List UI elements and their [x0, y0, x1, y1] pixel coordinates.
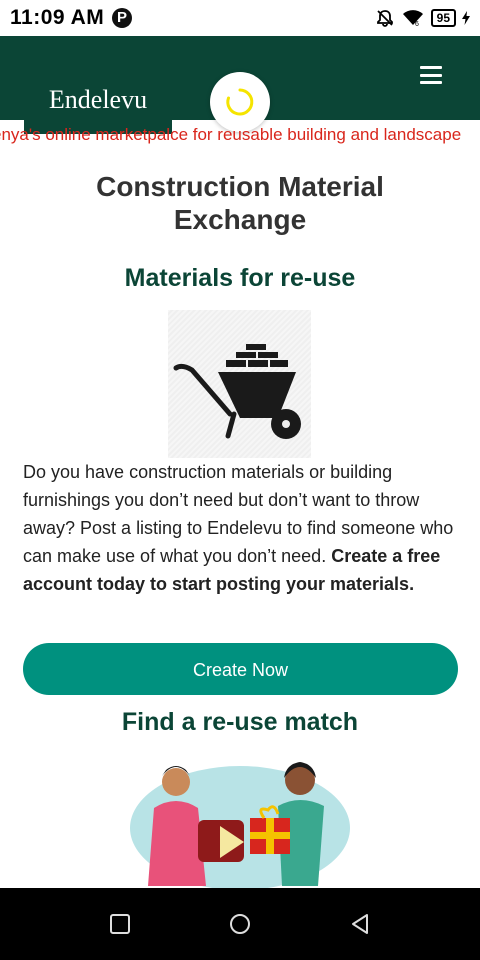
- status-bar: 11:09 AM P 6 95: [0, 0, 480, 36]
- svg-text:6: 6: [415, 21, 419, 27]
- menu-icon[interactable]: [420, 66, 442, 84]
- silent-icon: [376, 10, 393, 27]
- circle-nav-icon[interactable]: [228, 912, 252, 936]
- status-icons: 6 95: [375, 7, 470, 29]
- section-title-materials: Materials for re-use: [124, 264, 356, 292]
- back-nav-icon[interactable]: [348, 912, 372, 936]
- people-exchange-image: [130, 762, 350, 890]
- create-now-button[interactable]: Create Now: [23, 643, 458, 695]
- p-app-icon: P: [112, 8, 132, 28]
- menu-line: [420, 81, 442, 84]
- square-nav-icon[interactable]: [108, 912, 132, 936]
- reuse-match-illustration: [128, 758, 358, 890]
- ticker-text: enya's online marketpalce for reusable b…: [0, 125, 462, 144]
- battery-level: 95: [436, 11, 450, 25]
- status-time: 11:09 AM: [10, 6, 105, 29]
- menu-line: [420, 73, 442, 77]
- wheelbarrow-icon: [173, 344, 301, 439]
- menu-line: [420, 66, 442, 69]
- section-title-match: Find a re-use match: [121, 708, 359, 736]
- wifi-icon: 6: [402, 10, 423, 27]
- android-nav-bar: [0, 888, 480, 960]
- logo-text: Endelevu: [48, 85, 148, 114]
- charging-icon: [462, 11, 470, 25]
- intro-paragraph: Do you have construction materials or bu…: [23, 458, 459, 598]
- wheelbarrow-image: [168, 310, 311, 458]
- marquee-ticker: enya's online marketpalce for reusable b…: [0, 122, 480, 146]
- battery-icon: 95: [430, 9, 456, 27]
- page-title: Construction Material Exchange: [96, 171, 384, 235]
